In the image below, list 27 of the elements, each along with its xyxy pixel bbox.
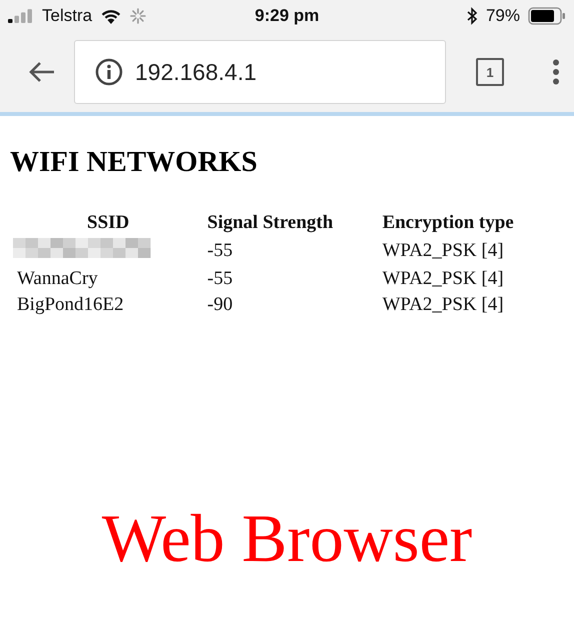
column-header: Encryption type [381, 211, 515, 235]
wifi-icon [100, 8, 122, 24]
signal-icon [8, 9, 34, 23]
table-cell-text: WPA2_PSK [4] [381, 267, 505, 291]
table-cell-text: WannaCry [16, 267, 99, 291]
table-cell-text: WPA2_PSK [4] [381, 293, 505, 317]
page-heading: WIFI NETWORKS [10, 146, 258, 179]
back-icon[interactable] [28, 60, 56, 84]
address-bar[interactable]: 192.168.4.1 [74, 40, 446, 104]
url-text: 192.168.4.1 [135, 58, 257, 86]
table-cell-text: -55 [206, 267, 234, 291]
table-cell-text: WPA2_PSK [4] [381, 239, 505, 263]
caption-text: Web Browser [102, 499, 472, 578]
carrier-name: Telstra [42, 6, 92, 26]
column-header: Signal Strength [206, 211, 334, 235]
column-header: SSID [86, 211, 130, 235]
battery-icon [528, 7, 566, 25]
table-cell-text: BigPond16E2 [16, 293, 125, 317]
clock-time: 9:29 pm [254, 6, 320, 26]
menu-icon[interactable] [552, 59, 560, 85]
table-cell-text: -90 [206, 293, 234, 317]
loading-icon [130, 8, 146, 24]
tab-switcher-button[interactable]: 1 [476, 58, 504, 86]
table-cell-text: -55 [206, 239, 234, 263]
battery-percentage: 79% [486, 6, 520, 26]
bluetooth-icon [466, 7, 478, 25]
info-icon[interactable] [95, 58, 123, 86]
